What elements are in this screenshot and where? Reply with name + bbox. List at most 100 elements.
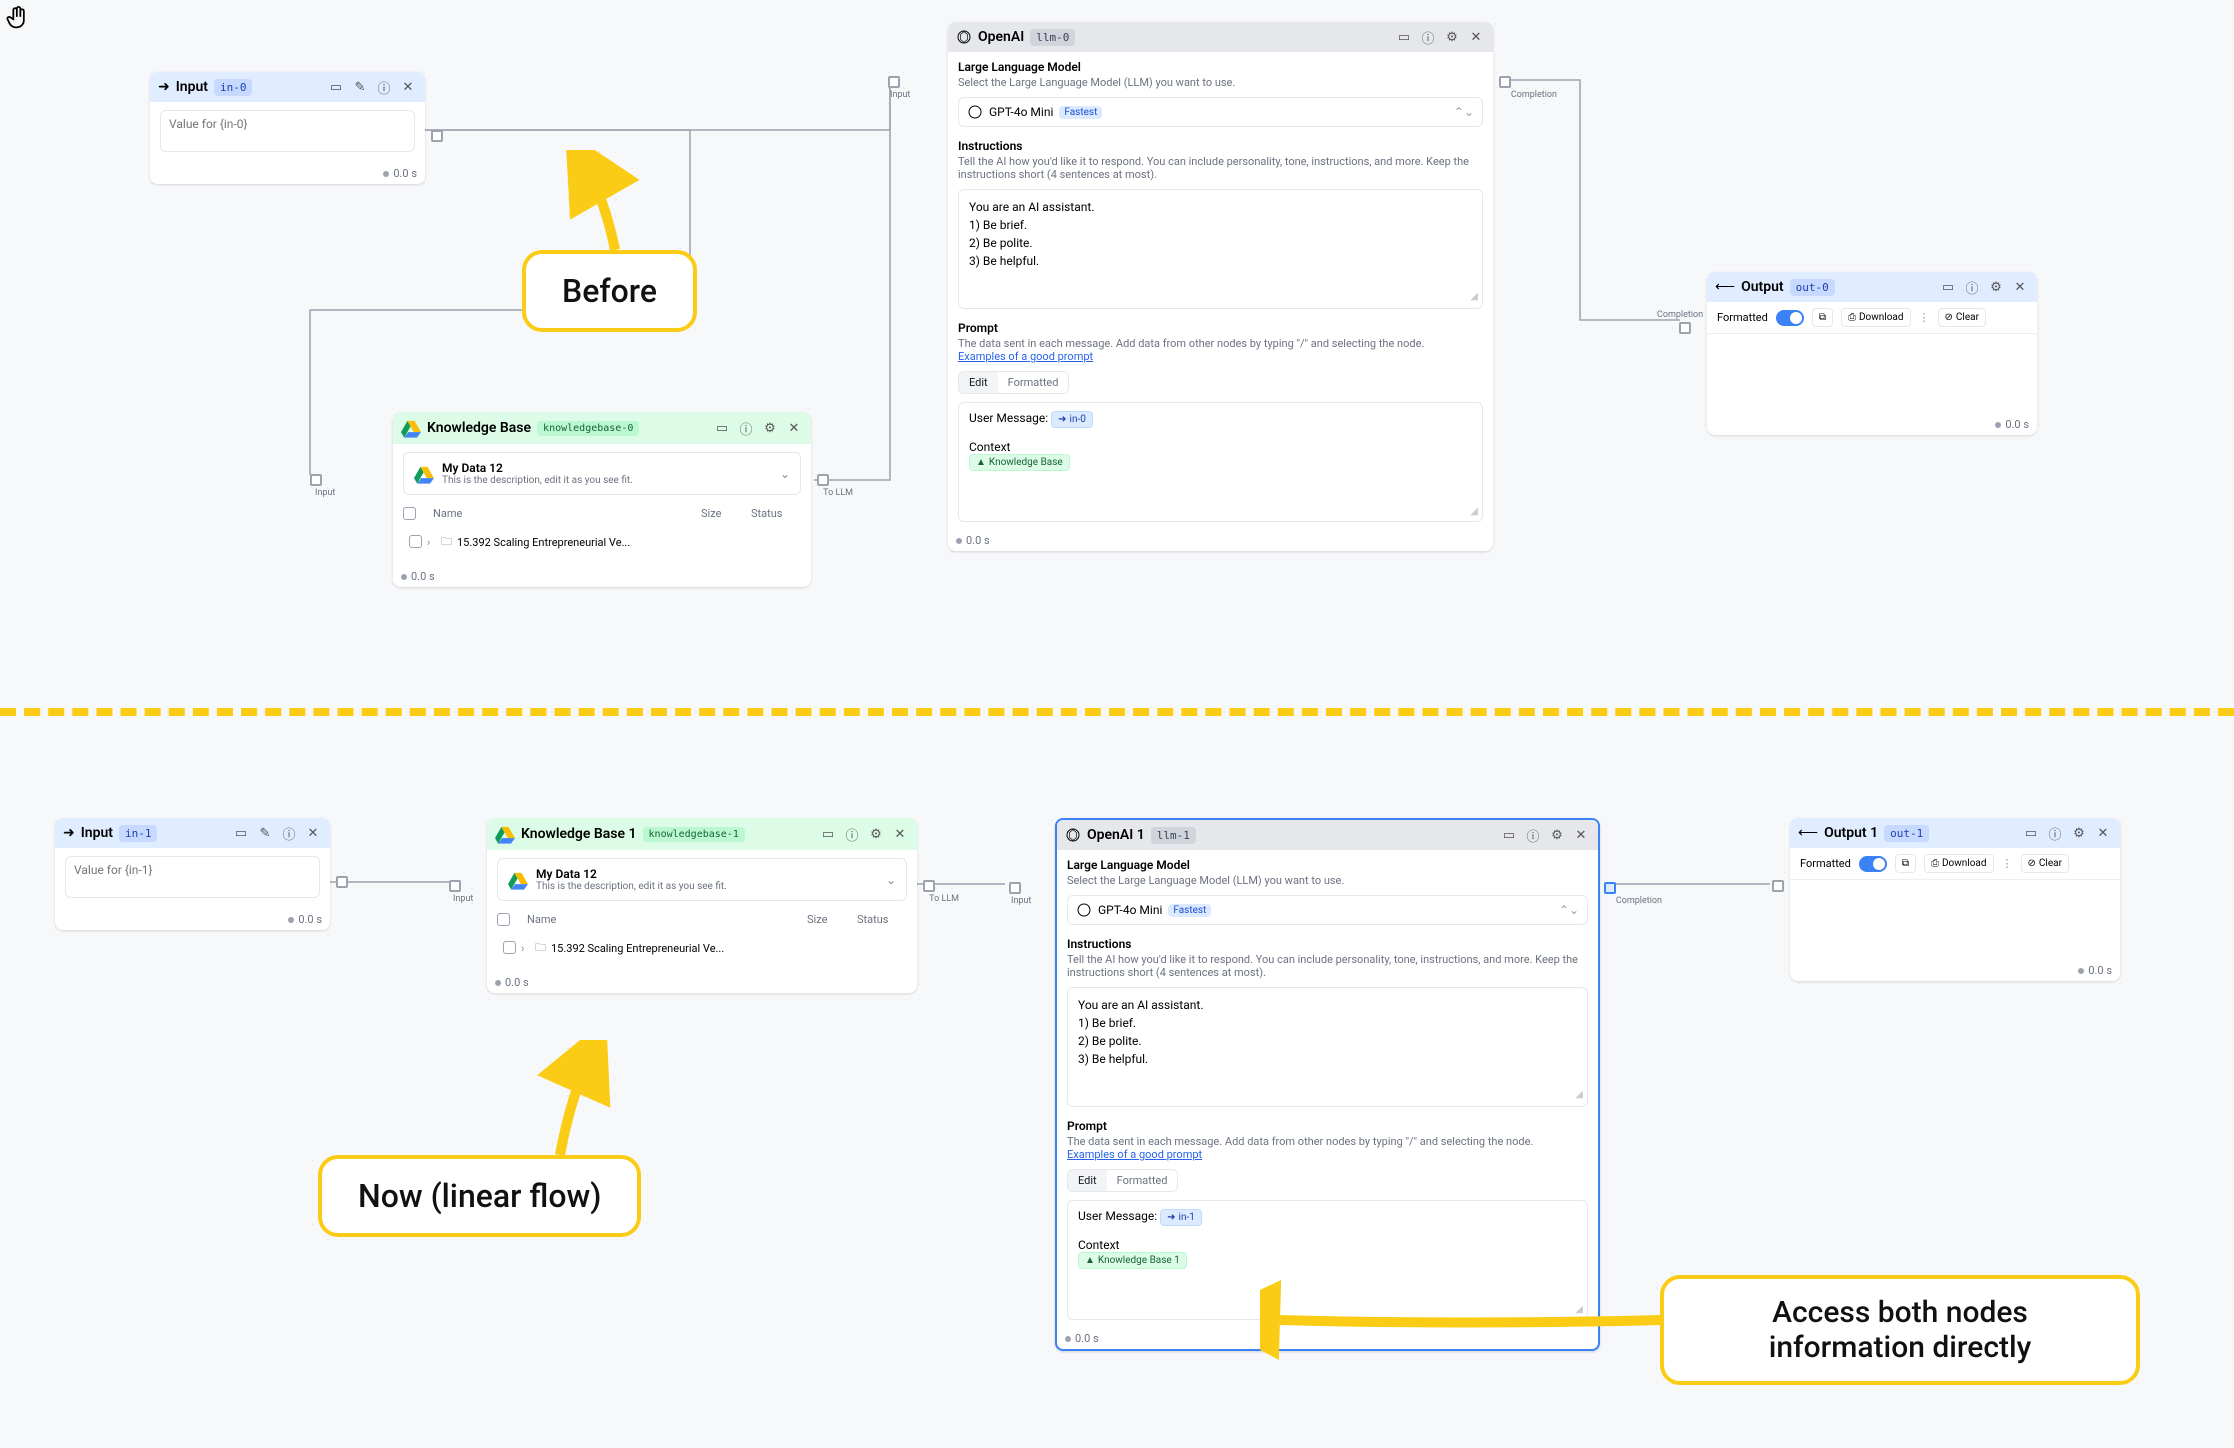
input-port[interactable] <box>1679 322 1691 334</box>
examples-link[interactable]: Examples of a good prompt <box>1067 1148 1202 1161</box>
model-select[interactable]: GPT-4o Mini Fastest ⌃⌄ <box>958 97 1483 127</box>
tab-edit[interactable]: Edit <box>1068 1170 1107 1191</box>
close-icon[interactable]: ✕ <box>2011 278 2029 296</box>
input-value-field[interactable] <box>160 110 415 152</box>
input-node[interactable]: ➜ Input in-1 ▭ ✎ ⓘ ✕ 0.0 s <box>55 818 330 930</box>
row-checkbox[interactable] <box>503 941 516 954</box>
output-node[interactable]: ⟵ Output out-0 ▭ ⓘ ⚙ ✕ Formatted ⧉ ⎙ Dow… <box>1707 272 2037 435</box>
download-button[interactable]: ⎙ Download <box>1841 308 1911 327</box>
kb-data-source[interactable]: My Data 12 This is the description, edit… <box>497 858 907 901</box>
table-row[interactable]: › 🗀 15.392 Scaling Entrepreneurial Ve... <box>497 933 907 964</box>
close-icon[interactable]: ✕ <box>304 824 322 842</box>
select-all-checkbox[interactable] <box>403 507 416 520</box>
edit-icon[interactable]: ▭ <box>2022 824 2040 842</box>
settings-icon[interactable]: ⚙ <box>867 825 885 843</box>
instructions-textarea[interactable]: You are an AI assistant. 1) Be brief. 2)… <box>1067 987 1588 1107</box>
edit-icon[interactable]: ▭ <box>819 825 837 843</box>
close-icon[interactable]: ✕ <box>1572 826 1590 844</box>
copy-button[interactable]: ⧉ <box>1895 854 1916 873</box>
input-reference-chip[interactable]: ➜ in-1 <box>1160 1209 1202 1226</box>
kb-data-source[interactable]: My Data 12 This is the description, edit… <box>403 452 801 495</box>
info-icon[interactable]: ⓘ <box>1963 278 1981 296</box>
output-port[interactable] <box>817 474 829 486</box>
info-icon[interactable]: ⓘ <box>843 825 861 843</box>
info-icon[interactable]: ⓘ <box>1524 826 1542 844</box>
settings-icon[interactable]: ⚙ <box>761 419 779 437</box>
input-port[interactable] <box>888 76 900 88</box>
llm-node[interactable]: OpenAI 1 llm-1 ▭ ⓘ ⚙ ✕ Large Language Mo… <box>1055 818 1600 1351</box>
info-icon[interactable]: ⓘ <box>280 824 298 842</box>
expand-icon[interactable]: › <box>427 536 441 549</box>
input-value-field[interactable] <box>65 856 320 898</box>
more-icon[interactable]: ⋮ <box>2002 857 2013 870</box>
examples-link[interactable]: Examples of a good prompt <box>958 350 1093 363</box>
settings-icon[interactable]: ⚙ <box>1548 826 1566 844</box>
row-checkbox[interactable] <box>409 535 422 548</box>
prompt-textarea[interactable]: User Message: ➜ in-0 Context ▲ Knowledge… <box>958 402 1483 522</box>
close-icon[interactable]: ✕ <box>2094 824 2112 842</box>
more-icon[interactable]: ⋮ <box>1919 311 1930 324</box>
instructions-textarea[interactable]: You are an AI assistant. 1) Be brief. 2)… <box>958 189 1483 309</box>
output-port[interactable] <box>1604 882 1616 894</box>
info-icon[interactable]: ⓘ <box>375 78 393 96</box>
info-icon[interactable]: ⓘ <box>737 419 755 437</box>
notes-icon[interactable]: ▭ <box>232 824 250 842</box>
notes-icon[interactable]: ▭ <box>327 78 345 96</box>
node-header[interactable]: Knowledge Base knowledgebase-0 ▭ ⓘ ⚙ ✕ <box>393 412 811 444</box>
output-port[interactable] <box>923 880 935 892</box>
tab-formatted[interactable]: Formatted <box>1107 1170 1178 1191</box>
settings-icon[interactable]: ⚙ <box>2070 824 2088 842</box>
info-icon[interactable]: ⓘ <box>2046 824 2064 842</box>
node-header[interactable]: OpenAI llm-0 ▭ ⓘ ⚙ ✕ <box>948 22 1493 52</box>
model-select[interactable]: GPT-4o Mini Fastest ⌃⌄ <box>1067 895 1588 925</box>
knowledge-base-node[interactable]: Knowledge Base 1 knowledgebase-1 ▭ ⓘ ⚙ ✕… <box>487 818 917 993</box>
input-reference-chip[interactable]: ➜ in-0 <box>1051 411 1093 428</box>
output-port[interactable] <box>1499 76 1511 88</box>
formatted-toggle[interactable] <box>1776 310 1804 326</box>
input-port[interactable] <box>1009 882 1021 894</box>
input-port[interactable] <box>310 474 322 486</box>
resize-handle-icon[interactable]: ◢ <box>1470 289 1478 304</box>
edit-icon[interactable]: ▭ <box>713 419 731 437</box>
edit-icon[interactable]: ✎ <box>351 78 369 96</box>
tab-formatted[interactable]: Formatted <box>998 372 1069 393</box>
node-header[interactable]: ⟵ Output 1 out-1 ▭ ⓘ ⚙ ✕ <box>1790 818 2120 848</box>
table-row[interactable]: › 🗀 15.392 Scaling Entrepreneurial Ve... <box>403 527 801 558</box>
node-header[interactable]: ➜ Input in-0 ▭ ✎ ⓘ ✕ <box>150 72 425 102</box>
close-icon[interactable]: ✕ <box>785 419 803 437</box>
close-icon[interactable]: ✕ <box>1467 28 1485 46</box>
resize-handle-icon[interactable]: ◢ <box>1575 1087 1583 1102</box>
expand-icon[interactable]: › <box>521 942 535 955</box>
chevron-down-icon[interactable]: ⌄ <box>886 873 896 887</box>
output-port[interactable] <box>336 876 348 888</box>
dropdown-icon[interactable]: ⌃⌄ <box>1559 903 1579 917</box>
input-node[interactable]: ➜ Input in-0 ▭ ✎ ⓘ ✕ 0.0 s <box>150 72 425 184</box>
close-icon[interactable]: ✕ <box>399 78 417 96</box>
kb-reference-chip[interactable]: ▲ Knowledge Base 1 <box>1078 1252 1187 1269</box>
download-button[interactable]: ⎙ Download <box>1924 854 1994 873</box>
kb-reference-chip[interactable]: ▲ Knowledge Base <box>969 454 1070 471</box>
output-node[interactable]: ⟵ Output 1 out-1 ▭ ⓘ ⚙ ✕ Formatted ⧉ ⎙ D… <box>1790 818 2120 981</box>
input-port[interactable] <box>1772 880 1784 892</box>
close-icon[interactable]: ✕ <box>891 825 909 843</box>
dropdown-icon[interactable]: ⌃⌄ <box>1454 105 1474 119</box>
edit-icon[interactable]: ▭ <box>1939 278 1957 296</box>
output-port[interactable] <box>431 130 443 142</box>
llm-node[interactable]: OpenAI llm-0 ▭ ⓘ ⚙ ✕ Large Language Mode… <box>948 22 1493 551</box>
copy-button[interactable]: ⧉ <box>1812 308 1833 327</box>
knowledge-base-node[interactable]: Knowledge Base knowledgebase-0 ▭ ⓘ ⚙ ✕ M… <box>393 412 811 587</box>
node-header[interactable]: OpenAI 1 llm-1 ▭ ⓘ ⚙ ✕ <box>1057 820 1598 850</box>
node-header[interactable]: ➜ Input in-1 ▭ ✎ ⓘ ✕ <box>55 818 330 848</box>
select-all-checkbox[interactable] <box>497 913 510 926</box>
tab-edit[interactable]: Edit <box>959 372 998 393</box>
edit-icon[interactable]: ▭ <box>1395 28 1413 46</box>
formatted-toggle[interactable] <box>1859 856 1887 872</box>
resize-handle-icon[interactable]: ◢ <box>1470 506 1478 517</box>
chevron-down-icon[interactable]: ⌄ <box>780 467 790 481</box>
edit-icon[interactable]: ✎ <box>256 824 274 842</box>
clear-button[interactable]: ⊘ Clear <box>2021 854 2069 873</box>
node-header[interactable]: ⟵ Output out-0 ▭ ⓘ ⚙ ✕ <box>1707 272 2037 302</box>
node-header[interactable]: Knowledge Base 1 knowledgebase-1 ▭ ⓘ ⚙ ✕ <box>487 818 917 850</box>
edit-icon[interactable]: ▭ <box>1500 826 1518 844</box>
settings-icon[interactable]: ⚙ <box>1443 28 1461 46</box>
